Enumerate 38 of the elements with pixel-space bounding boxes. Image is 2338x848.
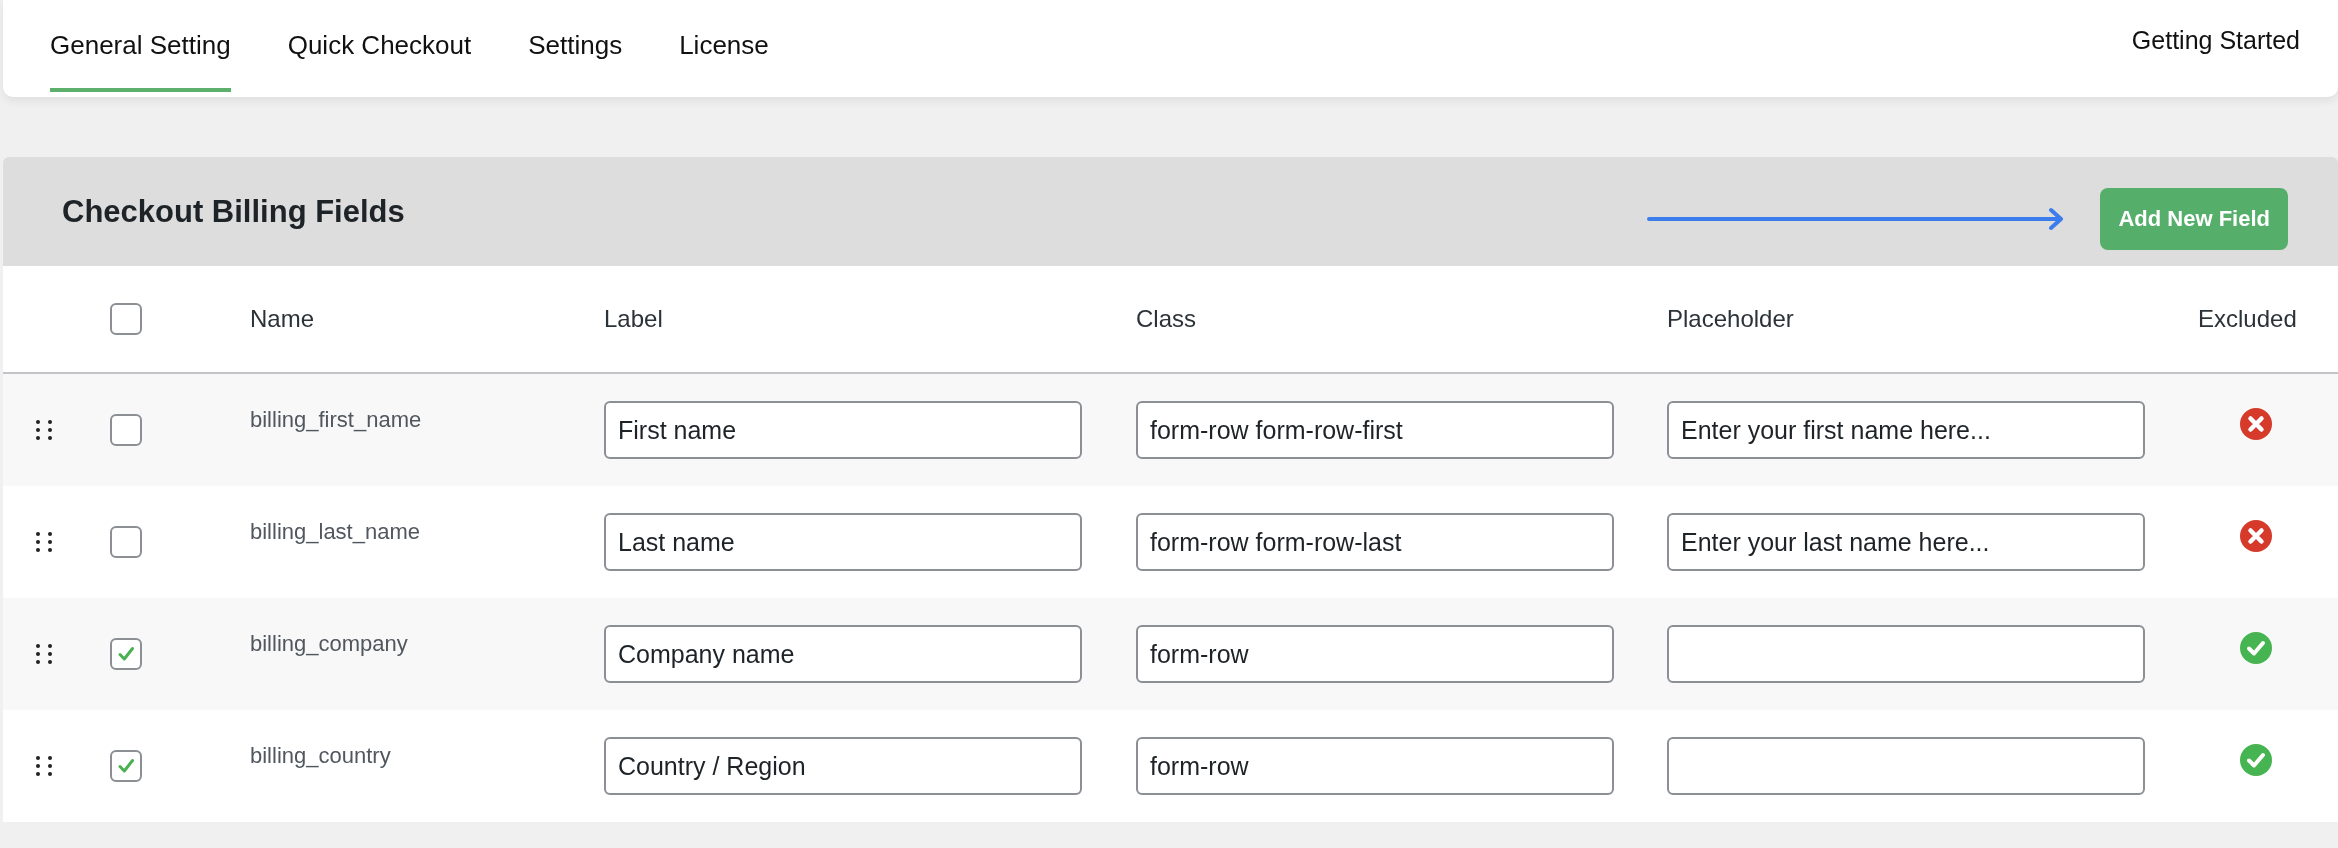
panel-title: Checkout Billing Fields xyxy=(62,193,405,230)
placeholder-input[interactable]: Enter your first name here... xyxy=(1667,401,2145,459)
drag-handle-icon xyxy=(34,643,54,665)
checkbox[interactable] xyxy=(110,414,142,446)
placeholder-input[interactable] xyxy=(1667,625,2145,683)
drag-handle-icon xyxy=(34,531,54,553)
field-name: billing_first_name xyxy=(250,407,422,433)
field-name: billing_last_name xyxy=(250,519,420,545)
class-input[interactable]: form-row form-row-first xyxy=(1136,401,1614,459)
column-header: Excluded xyxy=(2198,305,2297,333)
column-header: Label xyxy=(604,305,663,333)
class-input[interactable]: form-row xyxy=(1136,737,1614,795)
column-header: Class xyxy=(1136,305,1196,333)
class-input[interactable]: form-row xyxy=(1136,625,1614,683)
placeholder-input[interactable]: Enter your last name here... xyxy=(1667,513,2145,571)
label-input[interactable]: Company name xyxy=(604,625,1082,683)
placeholder-input[interactable] xyxy=(1667,737,2145,795)
label-input[interactable]: First name xyxy=(604,401,1082,459)
checkmark-icon xyxy=(116,644,136,664)
column-header: Placeholder xyxy=(1667,305,1794,333)
drag-handle-icon xyxy=(34,755,54,777)
field-name: billing_company xyxy=(250,631,408,657)
label-input[interactable]: Last name xyxy=(604,513,1082,571)
label-input[interactable]: Country / Region xyxy=(604,737,1082,795)
checkbox[interactable] xyxy=(110,638,142,670)
tab[interactable]: Settings xyxy=(528,0,623,92)
checkbox[interactable] xyxy=(110,526,142,558)
checkbox[interactable] xyxy=(110,750,142,782)
tab[interactable]: Quick Checkout xyxy=(287,0,472,92)
column-header: Name xyxy=(250,305,315,333)
field-name: billing_country xyxy=(250,743,391,769)
tab[interactable]: License xyxy=(679,0,769,92)
tab[interactable]: General Setting xyxy=(50,0,231,92)
checkbox[interactable] xyxy=(110,303,142,335)
drag-handle-icon xyxy=(34,419,54,441)
getting-started-link[interactable]: Getting Started xyxy=(2131,0,2338,56)
class-input[interactable]: form-row form-row-last xyxy=(1136,513,1614,571)
checkmark-icon xyxy=(116,756,136,776)
